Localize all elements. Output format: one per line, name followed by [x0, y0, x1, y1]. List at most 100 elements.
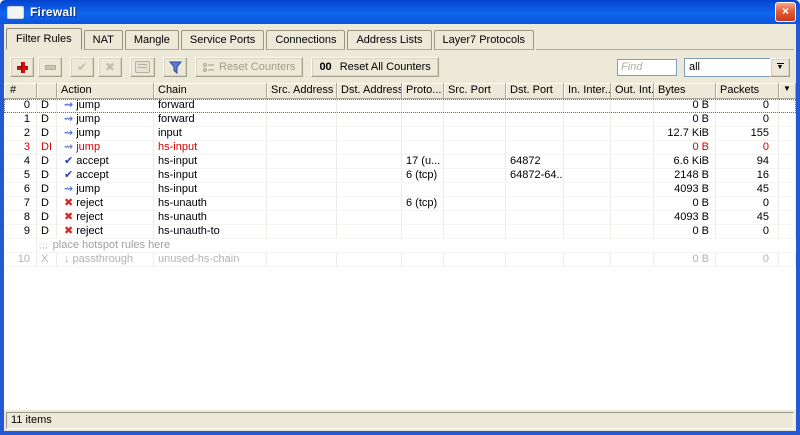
- cell-packets: 0: [716, 141, 779, 155]
- cell-flags: D: [37, 127, 57, 141]
- cell-filler: [779, 127, 796, 141]
- cell-out-interface: [611, 183, 654, 197]
- cell-chain: hs-unauth: [154, 197, 267, 211]
- cell-chain: hs-input: [154, 169, 267, 183]
- column-header[interactable]: In. Inter...: [564, 83, 611, 99]
- tab-layer7-protocols[interactable]: Layer7 Protocols: [433, 30, 535, 50]
- cell-packets: 94: [716, 155, 779, 169]
- column-header[interactable]: Packets: [716, 83, 779, 99]
- column-header[interactable]: Bytes: [654, 83, 716, 99]
- table-row[interactable]: 3 DI ⇝ jump hs-input 0 B0: [4, 141, 796, 155]
- cell-dst-address: [337, 99, 402, 113]
- column-header[interactable]: Dst. Port: [506, 83, 564, 99]
- cell-src-port: [444, 211, 506, 225]
- cell-src-port: [444, 183, 506, 197]
- reset-all-counters-button[interactable]: 00 Reset All Counters: [311, 57, 439, 77]
- cell-src-port: [444, 169, 506, 183]
- column-header[interactable]: Action: [57, 83, 154, 99]
- reject-icon: ✖: [64, 197, 74, 209]
- disable-button[interactable]: ✖: [98, 57, 122, 77]
- cell-src-address: [267, 253, 337, 267]
- comment-button[interactable]: [130, 57, 155, 77]
- table-row[interactable]: 10 X ↓ passthrough unused-hs-chain 0 B0: [4, 253, 796, 267]
- cell-src-port: [444, 225, 506, 239]
- cell-src-port: [444, 141, 506, 155]
- cell-action: ⇝ jump: [57, 183, 154, 197]
- cell-protocol: 6 (tcp): [402, 169, 444, 183]
- cell-dst-port: [506, 183, 564, 197]
- table-row[interactable]: 5 D ✔ accept hs-input 6 (tcp) 64872-64... 2148 …: [4, 169, 796, 183]
- cell-action: ⇝ jump: [57, 99, 154, 113]
- action-label: reject: [76, 197, 104, 209]
- enable-button[interactable]: ✔: [70, 57, 94, 77]
- jump-icon: ⇝: [64, 141, 74, 153]
- tab-nat[interactable]: NAT: [83, 30, 123, 50]
- cell-out-interface: [611, 113, 654, 127]
- tab-connections[interactable]: Connections: [266, 30, 346, 50]
- reset-counters-button[interactable]: Reset Counters: [195, 57, 304, 77]
- column-header[interactable]: Src. Address: [267, 83, 337, 99]
- column-header[interactable]: #: [4, 83, 37, 99]
- cell-number: 6: [4, 183, 37, 197]
- cell-dst-address: [337, 197, 402, 211]
- column-header[interactable]: Out. Int...: [611, 83, 654, 99]
- filter-combo[interactable]: all ▼: [684, 57, 790, 77]
- tab-strip: Filter Rules NAT Mangle Service Ports Co…: [4, 24, 796, 50]
- cell-in-interface: [564, 113, 611, 127]
- table-row[interactable]: 8 D ✖ reject hs-unauth 4093 B 45: [4, 211, 796, 225]
- cell-chain: hs-unauth-to: [154, 225, 267, 239]
- action-label: jump: [76, 99, 101, 111]
- tab-service-ports[interactable]: Service Ports: [180, 30, 265, 50]
- cell-dst-port: [506, 141, 564, 155]
- filter-combo-value[interactable]: all: [684, 57, 770, 77]
- filter-button[interactable]: [163, 57, 187, 77]
- cell-action: ↓ passthrough: [57, 253, 154, 267]
- cell-dst-port: [506, 253, 564, 267]
- cell-in-interface: [564, 253, 611, 267]
- find-input[interactable]: [617, 58, 677, 76]
- cell-packets: 155: [716, 127, 779, 141]
- cell-protocol: [402, 127, 444, 141]
- comment-text: ;;; place hotspot rules here: [37, 239, 796, 253]
- cell-dst-port: [506, 197, 564, 211]
- window-body: Filter Rules NAT Mangle Service Ports Co…: [0, 24, 800, 431]
- toolbar: ✔ ✖ Reset Counters 00 Reset All Counters: [4, 50, 796, 83]
- cell-src-address: [267, 169, 337, 183]
- minus-icon: [44, 64, 56, 70]
- window-icon: [7, 5, 24, 19]
- table-row[interactable]: 2 D ⇝ jump input 12.7 KiB 155: [4, 127, 796, 141]
- cell-chain: forward: [154, 99, 267, 113]
- combo-dropdown-button[interactable]: ▼: [770, 57, 790, 77]
- table-row[interactable]: 1 D ⇝ jump forward 0 B0: [4, 113, 796, 127]
- cell-protocol: 6 (tcp): [402, 197, 444, 211]
- table-row[interactable]: 9 D ✖ reject hs-unauth-to 0 B0: [4, 225, 796, 239]
- table-row[interactable]: 7 D ✖ reject hs-unauth 6 (tcp) 0 B0: [4, 197, 796, 211]
- remove-button[interactable]: [38, 57, 62, 77]
- cell-number: 5: [4, 169, 37, 183]
- column-header[interactable]: [37, 83, 57, 99]
- column-header[interactable]: Proto...: [402, 83, 444, 99]
- cell-bytes: 12.7 KiB: [654, 127, 716, 141]
- cell-action: ✔ accept: [57, 155, 154, 169]
- tab-address-lists[interactable]: Address Lists: [347, 30, 432, 50]
- tab-filter-rules[interactable]: Filter Rules: [6, 28, 82, 50]
- reset-counters-label: Reset Counters: [219, 61, 296, 73]
- cell-number: 9: [4, 225, 37, 239]
- column-header[interactable]: Chain: [154, 83, 267, 99]
- tab-mangle[interactable]: Mangle: [124, 30, 179, 50]
- cell-src-port: [444, 127, 506, 141]
- firewall-window: Firewall × Filter Rules NAT Mangle Servi…: [0, 0, 800, 435]
- add-button[interactable]: [10, 57, 34, 77]
- cell-bytes: 6.6 KiB: [654, 155, 716, 169]
- title-bar[interactable]: Firewall ×: [0, 0, 800, 24]
- column-selector-icon[interactable]: ▼: [779, 83, 796, 99]
- column-header[interactable]: Src. Port: [444, 83, 506, 99]
- cell-in-interface: [564, 211, 611, 225]
- table-row[interactable]: 6 D ⇝ jump hs-input 4093 B 45: [4, 183, 796, 197]
- table-row[interactable]: 4 D ✔ accept hs-input 17 (u... 64872 6.6 KiB 94: [4, 155, 796, 169]
- close-button[interactable]: ×: [775, 2, 796, 22]
- cell-protocol: 17 (u...: [402, 155, 444, 169]
- table-row[interactable]: 0 D ⇝ jump forward 0 B0: [4, 99, 796, 113]
- comment-row[interactable]: ;;; place hotspot rules here: [4, 239, 796, 253]
- column-header[interactable]: Dst. Address: [337, 83, 402, 99]
